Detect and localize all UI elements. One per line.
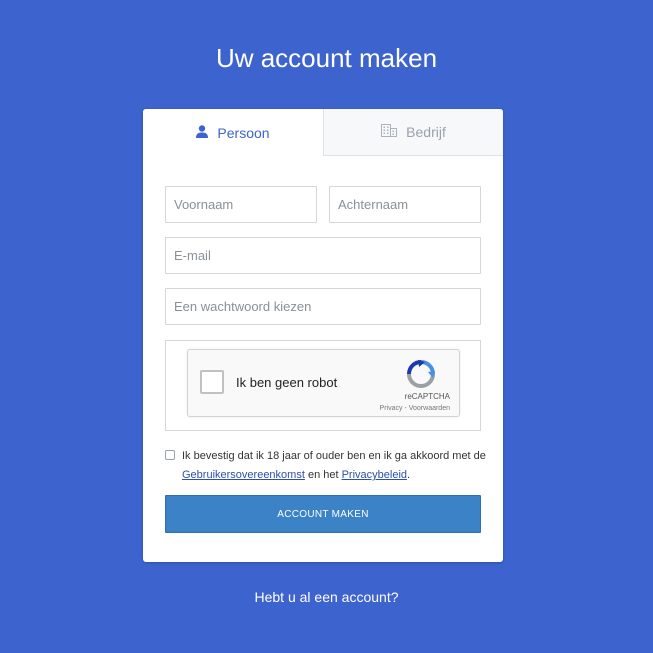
recaptcha-logo-icon <box>406 359 436 389</box>
recaptcha-privacy-link[interactable]: Privacy <box>380 405 403 412</box>
recaptcha-label: Ik ben geen robot <box>236 375 338 390</box>
tab-persoon[interactable]: Persoon <box>143 109 324 156</box>
recaptcha-container: Ik ben geen robot reCAPTCHA Privacy - Vo… <box>165 340 481 431</box>
signup-card: Persoon Bedrijf Voornaam Achternaam E-ma… <box>143 109 503 562</box>
terms-text: Ik bevestig dat ik 18 jaar of ouder ben … <box>182 447 487 485</box>
email-input[interactable] <box>165 237 481 274</box>
recaptcha-terms-link[interactable]: Voorwaarden <box>409 405 450 412</box>
building-icon <box>381 124 398 140</box>
tab-persoon-label: Persoon <box>217 124 270 141</box>
terms-checkbox[interactable] <box>165 450 175 460</box>
terms-text-middle: en het <box>304 469 342 481</box>
recaptcha-links: Privacy - Voorwaarden <box>380 405 450 412</box>
person-icon <box>196 124 209 141</box>
recaptcha-brand: reCAPTCHA <box>404 392 450 401</box>
terms-text-before: Ik bevestig dat ik 18 jaar of ouder ben … <box>182 450 486 462</box>
privacy-policy-link[interactable]: Privacybeleid <box>342 469 407 481</box>
first-name-input[interactable] <box>165 186 317 223</box>
tab-bedrijf-label: Bedrijf <box>406 124 446 140</box>
tab-bedrijf[interactable]: Bedrijf <box>324 109 503 156</box>
password-input[interactable] <box>165 288 481 325</box>
login-link[interactable]: Hebt u al een account? <box>0 589 653 605</box>
terms-text-after: . <box>407 469 411 481</box>
recaptcha-widget: Ik ben geen robot reCAPTCHA Privacy - Vo… <box>187 349 460 417</box>
recaptcha-checkbox[interactable] <box>200 370 224 394</box>
page-title: Uw account maken <box>215 43 438 73</box>
user-agreement-link[interactable]: Gebruikersovereenkomst <box>182 469 305 481</box>
account-type-tabs: Persoon Bedrijf <box>143 109 503 156</box>
create-account-button[interactable]: ACCOUNT MAKEN <box>165 495 481 533</box>
last-name-input[interactable] <box>329 186 481 223</box>
